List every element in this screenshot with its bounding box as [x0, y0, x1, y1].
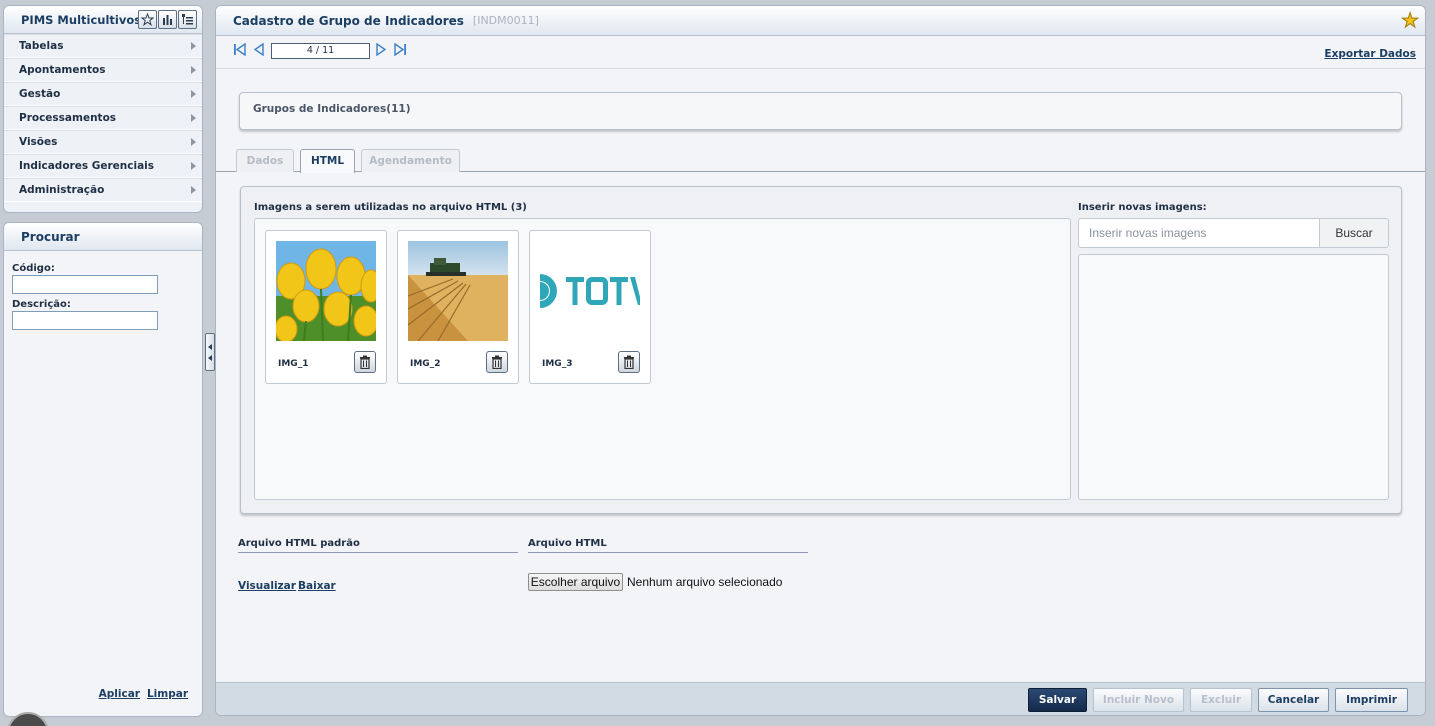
app-title: PIMS Multicultivos [21, 12, 142, 27]
clear-link[interactable]: Limpar [147, 688, 188, 700]
record-navigation: 4 / 11 Exportar Dados [216, 36, 1425, 69]
tab-html[interactable]: HTML [300, 149, 355, 173]
sidebar-item-label: Tabelas [19, 40, 64, 52]
sidebar-tools [138, 10, 197, 29]
save-button[interactable]: Salvar [1028, 688, 1087, 712]
last-record-icon[interactable] [394, 42, 407, 59]
left-menu-header: PIMS Multicultivos [4, 6, 202, 34]
trash-icon [492, 355, 502, 369]
sidebar-item-administracao[interactable]: Administração [4, 178, 202, 202]
previous-record-icon[interactable] [253, 42, 264, 59]
page-code: [INDM0011] [472, 14, 539, 27]
insert-images-input[interactable]: Inserir novas imagens [1078, 218, 1319, 248]
codigo-label: Código: [12, 263, 55, 274]
delete-image-button[interactable] [354, 351, 376, 373]
favorites-star-icon[interactable] [138, 10, 157, 29]
descricao-label: Descrição: [12, 299, 71, 310]
tab-dados[interactable]: Dados [236, 149, 294, 172]
sidebar-item-tabelas[interactable]: Tabelas [4, 34, 202, 58]
images-section-label: Imagens a serem utilizadas no arquivo HT… [254, 202, 527, 213]
page-title: Cadastro de Grupo de Indicadores [233, 13, 464, 28]
sidebar-item-gestao[interactable]: Gestão [4, 82, 202, 106]
collapse-left-icon [208, 355, 212, 361]
main-panel: Cadastro de Grupo de Indicadores [INDM00… [215, 5, 1426, 716]
group-summary: Grupos de Indicadores(11) [239, 92, 1402, 130]
chevron-right-icon [191, 66, 196, 74]
tab-bar: Dados HTML Agendamento [216, 149, 1425, 173]
download-link[interactable]: Baixar [298, 580, 336, 592]
add-new-button[interactable]: Incluir Novo [1093, 688, 1184, 712]
sidebar-item-processamentos[interactable]: Processamentos [4, 106, 202, 130]
left-menu-panel: PIMS Multicultivos Tabelas Apontamentos … [3, 5, 203, 213]
delete-image-button[interactable] [486, 351, 508, 373]
action-footer: Salvar Incluir Novo Excluir Cancelar Imp… [216, 682, 1425, 715]
search-panel-title: Procurar [4, 223, 202, 251]
chevron-right-icon [191, 42, 196, 50]
print-button[interactable]: Imprimir [1335, 688, 1408, 712]
html-tab-content: Imagens a serem utilizadas no arquivo HT… [240, 186, 1402, 514]
sidebar-item-visoes[interactable]: Visões [4, 130, 202, 154]
sidebar-item-label: Visões [19, 136, 58, 148]
image-card[interactable]: IMG_1 [265, 230, 387, 384]
sidebar-item-apontamentos[interactable]: Apontamentos [4, 58, 202, 82]
image-card[interactable]: IMG_2 [397, 230, 519, 384]
chevron-right-icon [191, 162, 196, 170]
default-html-file-label: Arquivo HTML padrão [238, 538, 518, 553]
image-thumbnail-tulips [276, 241, 376, 341]
chevron-right-icon [191, 114, 196, 122]
html-file-label: Arquivo HTML [528, 538, 808, 553]
sidebar-item-indicadores-gerenciais[interactable]: Indicadores Gerenciais [4, 154, 202, 178]
next-record-icon[interactable] [376, 42, 387, 59]
image-card[interactable]: IMG_3 [529, 230, 651, 384]
image-name: IMG_3 [542, 359, 573, 369]
cancel-button[interactable]: Cancelar [1258, 688, 1329, 712]
tab-agendamento[interactable]: Agendamento [361, 149, 460, 172]
list-tree-icon[interactable] [178, 10, 197, 29]
chevron-right-icon [191, 186, 196, 194]
sidebar-item-label: Processamentos [19, 112, 117, 124]
search-actions: Aplicar Limpar [99, 688, 188, 700]
favorite-star-icon[interactable]: ★ [1401, 10, 1420, 31]
insert-images-label: Inserir novas imagens: [1078, 202, 1207, 213]
search-images-button[interactable]: Buscar [1319, 218, 1389, 248]
image-name: IMG_1 [278, 359, 309, 369]
apply-link[interactable]: Aplicar [99, 688, 140, 700]
view-link[interactable]: Visualizar [238, 580, 296, 592]
image-thumbnail-totvs-logo [540, 241, 640, 341]
collapse-left-icon [208, 344, 212, 350]
sidebar-item-label: Apontamentos [19, 64, 106, 76]
no-file-selected-text: Nenhum arquivo selecionado [627, 575, 783, 589]
delete-image-button[interactable] [618, 351, 640, 373]
delete-button[interactable]: Excluir [1190, 688, 1252, 712]
image-name: IMG_2 [410, 359, 441, 369]
search-panel: Procurar Código: Descrição: Aplicar Limp… [3, 222, 203, 717]
bar-chart-icon[interactable] [158, 10, 177, 29]
codigo-input[interactable] [12, 275, 158, 294]
descricao-input[interactable] [12, 311, 158, 330]
main-header: Cadastro de Grupo de Indicadores [INDM00… [216, 6, 1425, 36]
new-images-dropzone[interactable] [1078, 254, 1389, 500]
record-pager-input[interactable]: 4 / 11 [271, 43, 370, 59]
first-record-icon[interactable] [233, 42, 246, 59]
export-data-link[interactable]: Exportar Dados [1324, 48, 1416, 60]
collapse-sidebar-handle[interactable] [205, 333, 215, 371]
sidebar-item-label: Gestão [19, 88, 61, 100]
images-gallery: IMG_1 IMG_2 IMG_3 [254, 218, 1071, 500]
chevron-right-icon [191, 138, 196, 146]
choose-file-button[interactable]: Escolher arquivo [528, 573, 623, 591]
chevron-right-icon [191, 90, 196, 98]
image-thumbnail-harvest [408, 241, 508, 341]
trash-icon [624, 355, 634, 369]
sidebar-item-label: Administração [19, 184, 105, 196]
sidebar-item-label: Indicadores Gerenciais [19, 160, 155, 172]
trash-icon [360, 355, 370, 369]
